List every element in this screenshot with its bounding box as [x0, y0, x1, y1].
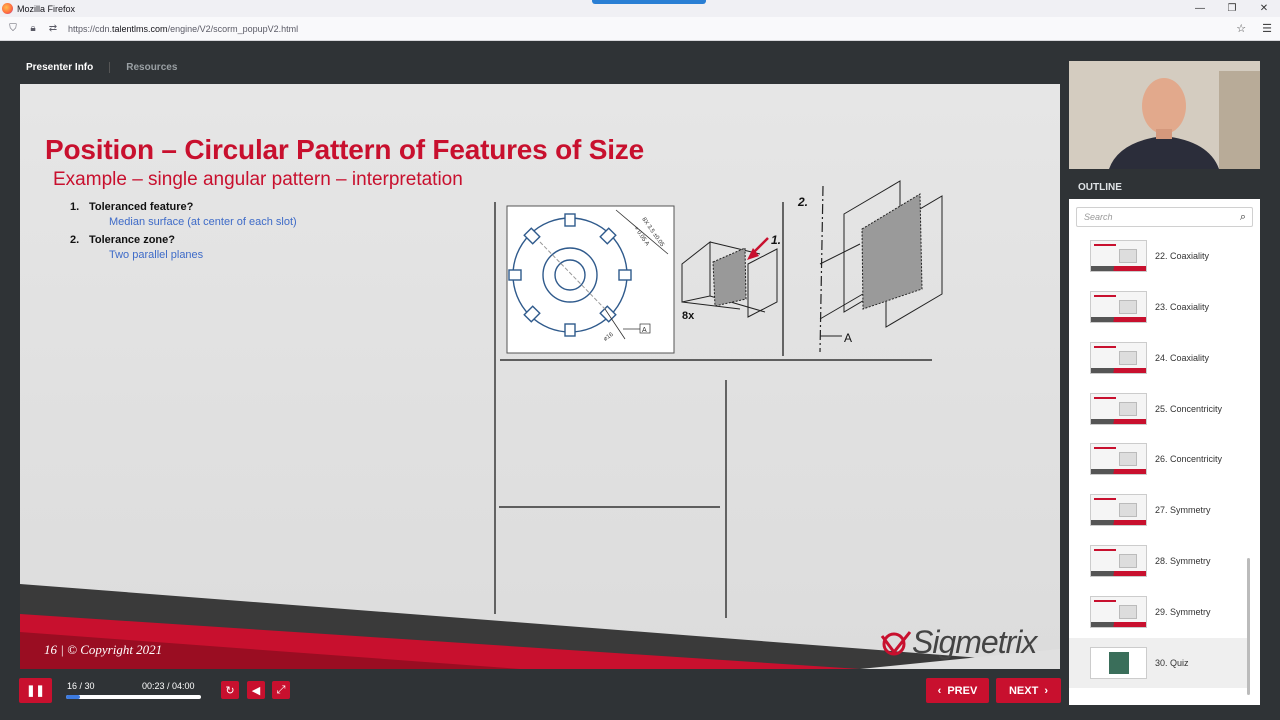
bookmark-star-icon[interactable]: ☆ — [1236, 22, 1246, 35]
label-8x: 8x — [682, 310, 695, 322]
slide-thumbnail — [1090, 647, 1147, 679]
outline-item[interactable]: 25. Concentricity — [1069, 384, 1249, 434]
slide-counter: 16 / 30 — [67, 681, 95, 691]
tolerance-zone-shaded-2 — [861, 193, 923, 310]
outline-item[interactable]: 26. Concentricity — [1069, 434, 1249, 484]
window-title: Mozilla Firefox — [17, 3, 76, 14]
slide-thumbnail — [1090, 240, 1147, 272]
fullscreen-icon[interactable]: ⤢ — [272, 681, 290, 699]
presenter-video[interactable] — [1069, 61, 1260, 169]
replay-icon[interactable]: ↻ — [221, 681, 239, 699]
slide-thumbnail — [1090, 291, 1147, 323]
minimize-icon[interactable]: — — [1184, 0, 1216, 17]
slide-stage: Position – Circular Pattern of Features … — [20, 84, 1060, 669]
outline-scrollbar[interactable] — [1247, 558, 1250, 695]
chevron-right-icon: › — [1044, 684, 1048, 697]
tab-resources[interactable]: Resources — [109, 62, 177, 73]
url-text[interactable]: https://cdn.talentlms.com/engine/V2/scor… — [68, 24, 298, 34]
slide-thumbnail — [1090, 545, 1147, 577]
slide-footer: 16 | © Copyright 2021 — [44, 642, 163, 657]
outline-item[interactable]: 29. Symmetry — [1069, 587, 1249, 637]
datum-axis-line — [819, 185, 824, 353]
progress-fill — [66, 695, 80, 699]
datum-label: A — [642, 327, 647, 334]
window-controls: — ❐ ✕ — [1184, 0, 1280, 17]
label-1: 1. — [771, 233, 781, 247]
outline-item[interactable]: 22. Coaxiality — [1069, 236, 1249, 281]
chevron-left-icon: ‹ — [937, 684, 942, 697]
slide-thumbnail — [1090, 393, 1147, 425]
outline-item[interactable]: 27. Symmetry — [1069, 485, 1249, 535]
sigmetrix-check-icon — [880, 630, 912, 655]
player-controls: ❚❚ 16 / 30 00:23 / 04:00 ↻ ◀ ⤢ ‹ PREV NEX… — [0, 669, 1065, 720]
menu-icon[interactable]: ☰ — [1262, 22, 1272, 35]
outline-header: OUTLINE — [1069, 177, 1260, 199]
progress-bar[interactable] — [66, 695, 201, 699]
outline-item[interactable]: 24. Coaxiality — [1069, 333, 1249, 383]
outline-item[interactable]: 23. Coaxiality — [1069, 282, 1249, 332]
search-icon[interactable]: ⌕ — [1240, 211, 1246, 224]
tab-presenter-info[interactable]: Presenter Info — [26, 62, 93, 73]
firefox-logo-icon — [2, 3, 13, 14]
pause-button[interactable]: ❚❚ — [19, 678, 52, 703]
tolerance-zone-shaded-1 — [712, 247, 747, 307]
sigmetrix-wordmark: Sigmetrix — [912, 624, 1037, 660]
browser-titlebar: Mozilla Firefox — ❐ ✕ — [0, 0, 1280, 17]
outline-panel: OUTLINE Search ⌕ 22. Coaxiality 23. Coax… — [1069, 177, 1260, 705]
outline-list: 22. Coaxiality 23. Coaxiality 24. Coaxia… — [1069, 236, 1260, 696]
player-tabs: Presenter Info Resources — [26, 62, 177, 73]
outline-item-current[interactable]: 30. Quiz — [1069, 638, 1249, 688]
presenter-image — [1069, 61, 1260, 169]
next-button[interactable]: NEXT › — [996, 678, 1061, 703]
restore-icon[interactable]: ❐ — [1216, 0, 1248, 17]
slide-thumbnail — [1090, 342, 1147, 374]
slide-thumbnail — [1090, 443, 1147, 475]
shield-icon[interactable]: ⛉ — [6, 22, 20, 36]
slide-thumbnail — [1090, 596, 1147, 628]
volume-icon[interactable]: ◀ — [247, 681, 265, 699]
outline-search-input[interactable]: Search ⌕ — [1076, 207, 1253, 227]
tab-indicator — [592, 0, 706, 4]
close-icon[interactable]: ✕ — [1248, 0, 1280, 17]
search-placeholder: Search — [1084, 212, 1113, 222]
time-display: 00:23 / 04:00 — [142, 681, 195, 691]
course-player: Presenter Info Resources Position – Circ… — [0, 41, 1280, 720]
outline-item[interactable]: 28. Symmetry — [1069, 536, 1249, 586]
lock-icon[interactable]: 🔒︎ — [26, 22, 40, 36]
permissions-icon[interactable]: ⇄ — [46, 22, 60, 36]
prev-button[interactable]: ‹ PREV — [926, 678, 989, 703]
label-2: 2. — [797, 195, 808, 209]
url-bar: ⛉ 🔒︎ ⇄ https://cdn.talentlms.com/engine/… — [0, 17, 1280, 41]
sigmetrix-logo: Sigmetrix — [880, 624, 1037, 661]
engineering-drawing: 8X 3.5 ±0.05 ⌖ 0.05 A ⌀16 A 8x 1. A 2. — [494, 180, 943, 618]
label-A: A — [844, 331, 852, 345]
slide-thumbnail — [1090, 494, 1147, 526]
